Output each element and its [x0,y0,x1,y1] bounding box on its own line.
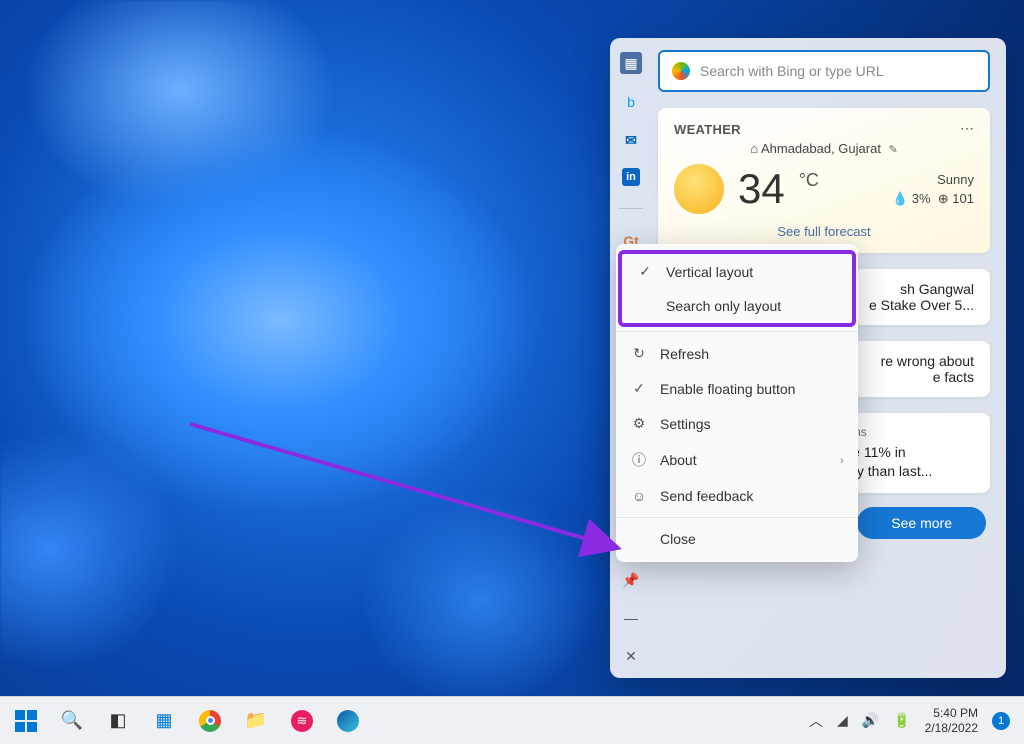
see-more-button[interactable]: See more [857,507,986,539]
notification-badge[interactable]: 1 [992,712,1010,730]
pin-icon[interactable]: 📌 [621,570,641,590]
weather-location[interactable]: ⌂ Ahmadabad, Gujarat ✎ [674,141,974,156]
weather-stats: 💧 3% ⊕ 101 [892,189,974,209]
search-icon[interactable]: 🔍 [60,709,84,733]
taskbar-left: 🔍 ◧ ▦ 📁 ≋ [14,709,360,733]
news-icon[interactable]: ▦ [620,52,642,74]
taskbar-right: ︿ ◢ 🔊 🔋 5:40 PM 2/18/2022 1 [809,706,1010,735]
checkmark-icon: ✓ [636,263,654,280]
settings-context-menu: ✓ Vertical layout Search only layout ↻ R… [616,244,858,562]
menu-refresh[interactable]: ↻ Refresh [616,336,858,371]
weather-details: Sunny 💧 3% ⊕ 101 [892,170,974,209]
bing-icon[interactable]: b [621,92,641,112]
start-button[interactable] [14,709,38,733]
checkmark-icon: ✓ [630,380,648,397]
file-explorer-icon[interactable]: 📁 [244,709,268,733]
clock[interactable]: 5:40 PM 2/18/2022 [925,706,978,735]
search-input[interactable]: Search with Bing or type URL [658,50,990,92]
edge-icon[interactable] [336,709,360,733]
volume-icon[interactable]: 🔊 [862,712,879,729]
clock-time: 5:40 PM [925,706,978,720]
clock-date: 2/18/2022 [925,721,978,735]
edge-logo-icon [672,62,690,80]
weather-title: WEATHER [674,122,974,137]
taskbar[interactable]: 🔍 ◧ ▦ 📁 ≋ ︿ ◢ 🔊 🔋 5:40 PM 2/18/2022 1 [0,696,1024,744]
refresh-icon: ↻ [630,345,648,362]
widgets-icon[interactable]: ▦ [152,709,176,733]
chrome-icon[interactable] [198,709,222,733]
wifi-icon[interactable]: ◢ [837,712,848,729]
chevron-up-icon[interactable]: ︿ [809,711,823,731]
minimize-icon[interactable]: — [621,608,641,628]
see-forecast-link[interactable]: See full forecast [674,224,974,239]
menu-close[interactable]: Close [616,522,858,556]
linkedin-icon[interactable]: in [622,168,640,186]
menu-about[interactable]: ⓘ About › [616,441,858,479]
info-icon: ⓘ [630,450,648,470]
close-icon[interactable]: ✕ [621,646,641,666]
menu-floating-button[interactable]: ✓ Enable floating button [616,371,858,406]
search-placeholder: Search with Bing or type URL [700,63,976,79]
edit-icon[interactable]: ✎ [889,144,898,156]
rail-divider [619,208,643,209]
card-more-icon[interactable]: ⋯ [960,120,976,137]
sun-icon [674,164,724,214]
weather-condition: Sunny [892,170,974,190]
feedback-icon: ☺ [630,488,648,504]
home-icon: ⌂ [750,141,758,156]
outlook-icon[interactable]: ✉ [621,130,641,150]
weather-card[interactable]: ⋯ WEATHER ⌂ Ahmadabad, Gujarat ✎ 34 °C S… [658,108,990,253]
menu-feedback[interactable]: ☺ Send feedback [616,479,858,513]
layout-options-highlight: ✓ Vertical layout Search only layout [618,250,856,327]
app-icon-red[interactable]: ≋ [290,709,314,733]
task-view-icon[interactable]: ◧ [106,709,130,733]
menu-separator [616,331,858,332]
weather-temp: 34 [738,165,785,213]
weather-unit: °C [799,170,819,191]
gear-icon: ⚙ [630,415,648,432]
battery-icon[interactable]: 🔋 [893,712,910,729]
menu-vertical-layout[interactable]: ✓ Vertical layout [622,254,852,289]
weather-main: 34 °C Sunny 💧 3% ⊕ 101 [674,164,974,214]
menu-settings[interactable]: ⚙ Settings [616,406,858,441]
menu-search-only-layout[interactable]: Search only layout [622,289,852,323]
menu-separator [616,517,858,518]
chevron-right-icon: › [840,453,844,467]
